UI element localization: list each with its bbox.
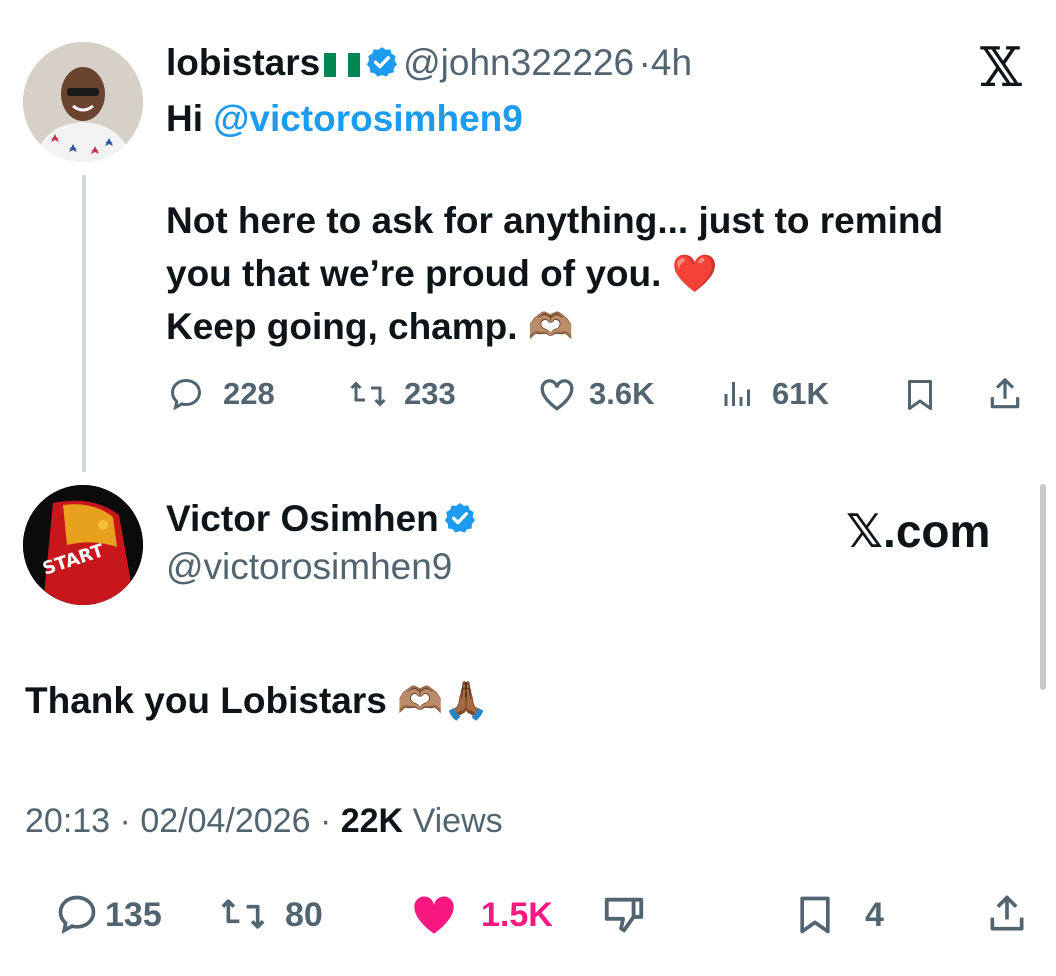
repost-icon[interactable] [215, 892, 271, 936]
tweet1-handle[interactable]: @john322226 [403, 42, 634, 83]
heart-hands-emoji: 🫶🏽 [527, 306, 574, 347]
tweet1-actions: 228 233 3.6K 61K [166, 374, 1036, 414]
greeting-text: Hi [166, 98, 203, 139]
tweet1-time[interactable]: 4h [651, 42, 692, 83]
bookmark-icon[interactable] [902, 376, 938, 414]
meta-separator: · [319, 802, 332, 840]
nigeria-flag-icon [324, 53, 361, 77]
tweet1-view-count: 61K [772, 376, 829, 411]
tweet2-like-count: 1.5K [481, 896, 553, 934]
red-heart-emoji: ❤️ [671, 253, 718, 294]
views-label: Views [412, 802, 503, 840]
tweet2-text: Thank you Lobistars [25, 680, 387, 721]
tweet2-bookmark-count: 4 [865, 896, 884, 934]
tweet1-greeting: Hi @victorosimhen9 [166, 98, 523, 140]
views-icon[interactable] [718, 376, 758, 412]
tweet1-repost-count: 233 [404, 376, 456, 411]
lobistars-avatar[interactable] [23, 42, 143, 162]
downvote-icon[interactable] [599, 892, 649, 938]
tweet1-reply-count: 228 [223, 376, 275, 411]
tweet1-header: lobistars @john322226 ·4h [166, 42, 692, 84]
tweet1-body: Not here to ask for anything... just to … [166, 194, 943, 353]
tweet2-time[interactable]: 20:13 [25, 802, 110, 840]
praying-hands-emoji: 🙏🏾 [443, 680, 490, 721]
reply-icon[interactable] [166, 376, 206, 412]
tweet2-actions: 135 80 1.5K 4 [25, 890, 1035, 938]
x-com-label: 𝕏.com [846, 505, 991, 557]
tweet1-line3: Keep going, champ. [166, 306, 518, 347]
share-icon[interactable] [986, 374, 1024, 414]
heart-hands-emoji: 🫶🏽 [397, 680, 444, 721]
tweet2-author-name[interactable]: Victor Osimhen [166, 498, 439, 539]
tweet1-author-name[interactable]: lobistars [166, 42, 320, 83]
mention-link[interactable]: @victorosimhen9 [213, 98, 523, 139]
reply-icon[interactable] [53, 892, 101, 936]
like-icon[interactable] [536, 376, 578, 412]
tweet2-date[interactable]: 02/04/2026 [140, 802, 310, 840]
repost-icon[interactable] [344, 376, 392, 412]
avatar-photo: START [23, 485, 143, 605]
tweet2-header: Victor Osimhen [166, 498, 477, 540]
verified-badge-icon [443, 501, 477, 535]
tweet2-body: Thank you Lobistars 🫶🏽🙏🏾 [25, 674, 489, 727]
tweet2-view-count: 22K [340, 802, 404, 840]
bookmark-icon[interactable] [793, 892, 837, 938]
tweet2-repost-count: 80 [285, 896, 323, 934]
tweet1-line1: Not here to ask for anything... just to … [166, 200, 944, 241]
x-logo-icon: 𝕏 [980, 36, 1022, 99]
tweet2-meta: 20:13 · 02/04/2026 · 22K Views [25, 802, 503, 841]
tweet1-line2: you that we’re proud of you. [166, 253, 662, 294]
avatar-photo [23, 42, 143, 162]
meta-separator: · [119, 802, 131, 840]
victor-osimhen-avatar[interactable]: START [23, 485, 143, 605]
like-icon[interactable] [407, 890, 461, 938]
tweet1-like-count: 3.6K [589, 376, 655, 411]
separator: · [638, 42, 651, 83]
thread-line [82, 175, 86, 472]
scrollbar[interactable] [1040, 484, 1046, 690]
share-icon[interactable] [985, 890, 1029, 938]
tweet2-reply-count: 135 [105, 896, 162, 934]
tweet2-handle[interactable]: @victorosimhen9 [166, 546, 452, 588]
verified-badge-icon [365, 45, 399, 79]
